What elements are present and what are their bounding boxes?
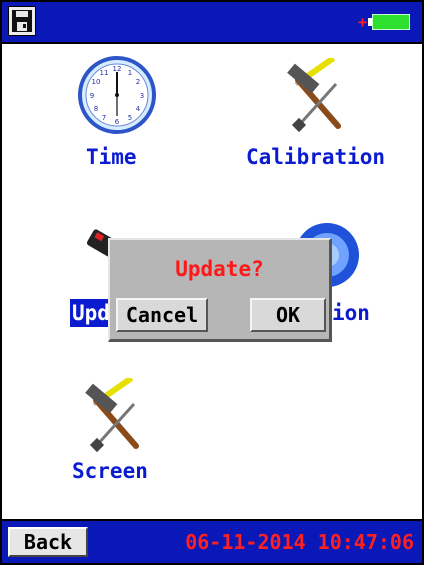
- clock-icon[interactable]: 12 12 3 45 6 78 9 1011: [76, 54, 158, 136]
- charging-indicator: +: [358, 13, 368, 31]
- hammer-screwdriver-icon[interactable]: [280, 58, 360, 138]
- svg-text:8: 8: [94, 105, 98, 113]
- update-confirm-dialog: Update? Cancel OK: [108, 238, 332, 342]
- calibration-app-label[interactable]: Calibration: [246, 144, 385, 170]
- svg-text:10: 10: [92, 78, 101, 86]
- dialog-title: Update?: [175, 257, 264, 281]
- svg-text:1: 1: [128, 69, 132, 77]
- cancel-button[interactable]: Cancel: [116, 298, 208, 332]
- ok-button[interactable]: OK: [250, 298, 326, 332]
- svg-text:2: 2: [136, 78, 140, 86]
- time-app-label[interactable]: Time: [86, 144, 137, 170]
- svg-text:9: 9: [90, 92, 94, 100]
- floppy-disk-icon: [12, 10, 32, 32]
- svg-text:11: 11: [100, 69, 109, 77]
- battery-status: +: [358, 12, 414, 32]
- about-app-label[interactable]: ion: [332, 300, 370, 326]
- bottom-bar: Back 06-11-2014 10:47:06: [2, 519, 422, 563]
- svg-text:5: 5: [128, 114, 132, 122]
- screen-app-label[interactable]: Screen: [72, 458, 148, 484]
- svg-text:7: 7: [102, 114, 106, 122]
- svg-text:4: 4: [136, 105, 141, 113]
- back-button[interactable]: Back: [8, 527, 88, 557]
- save-button[interactable]: [8, 6, 36, 36]
- battery-cap: [368, 18, 372, 26]
- update-app-label[interactable]: Upd: [70, 299, 112, 327]
- hammer-screwdriver-icon[interactable]: [78, 378, 158, 458]
- device-screen: + 12 1 2 3 45 6 78 9 10 11 Time Calibration: [0, 0, 424, 565]
- top-bar: +: [2, 2, 422, 44]
- svg-text:6: 6: [115, 118, 120, 126]
- svg-text:12: 12: [113, 65, 122, 73]
- battery-icon: [372, 14, 410, 30]
- svg-text:3: 3: [140, 92, 144, 100]
- date-time-display: 06-11-2014 10:47:06: [185, 530, 414, 554]
